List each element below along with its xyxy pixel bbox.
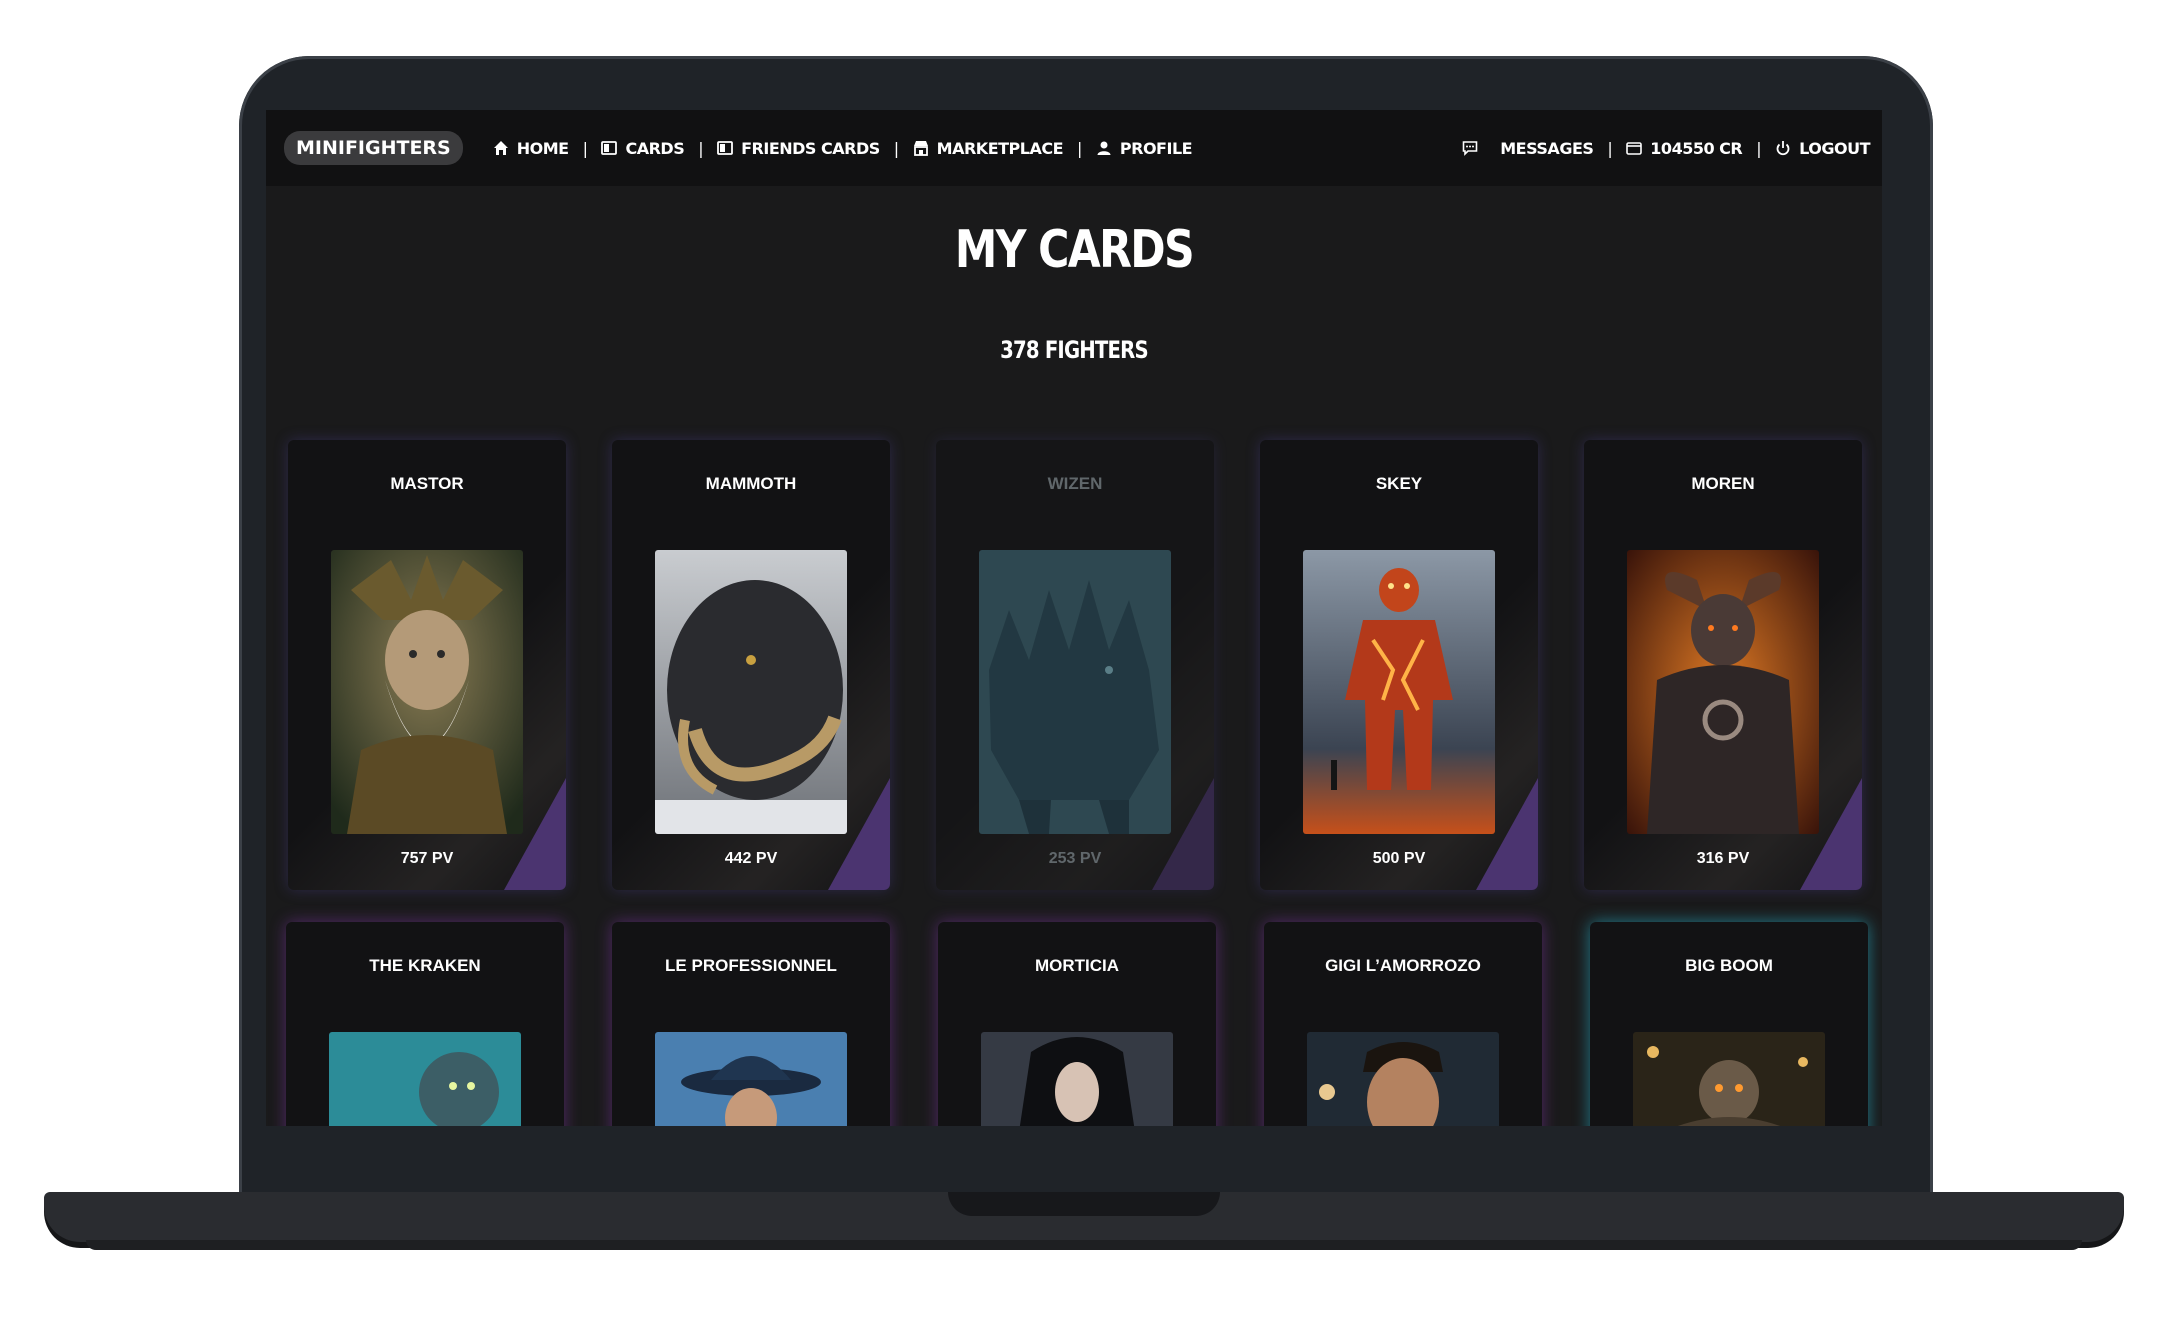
card-power-value: 442 PV bbox=[724, 850, 778, 867]
demon-warrior-image bbox=[1627, 550, 1819, 834]
lava-golem-image bbox=[1303, 550, 1495, 834]
laptop-base-shadow bbox=[86, 1240, 2082, 1250]
nav-separator: | bbox=[1607, 138, 1613, 158]
nav-logout[interactable]: LOGOUT bbox=[1775, 139, 1870, 158]
nav-right: MESSAGES | 104550 CR | LOGOUT bbox=[1462, 139, 1870, 158]
nav-logout-label: LOGOUT bbox=[1799, 138, 1870, 158]
nav-cards-label: CARDS bbox=[625, 138, 685, 158]
kraken-image bbox=[329, 1032, 521, 1126]
fighter-card-wizen[interactable]: WIZEN 253 PV bbox=[936, 440, 1214, 890]
nav-marketplace[interactable]: MARKETPLACE bbox=[913, 138, 1064, 158]
nav-separator: | bbox=[698, 138, 704, 158]
nav-profile-label: PROFILE bbox=[1119, 138, 1193, 158]
user-icon bbox=[1097, 141, 1111, 155]
nav-separator: | bbox=[1077, 138, 1082, 158]
card-name: MASTOR bbox=[390, 474, 464, 493]
card-name: GIGI L’AMORROZO bbox=[1325, 956, 1481, 975]
friends-cards-icon bbox=[717, 141, 734, 155]
gangster-image bbox=[1307, 1032, 1499, 1126]
card-power-value: 500 PV bbox=[1372, 850, 1426, 867]
nav-credits-label: 104550 CR bbox=[1650, 138, 1743, 158]
fighter-card-mammoth[interactable]: MAMMOTH 442 PV bbox=[612, 440, 890, 890]
fighter-card-mastor[interactable]: MASTOR 757 PV bbox=[288, 440, 566, 890]
nav-profile[interactable]: PROFILE bbox=[1096, 138, 1193, 158]
nav-messages[interactable]: MESSAGES bbox=[1462, 138, 1594, 158]
hitman-image bbox=[655, 1032, 847, 1126]
fighter-count: 378 FIGHTERS bbox=[1000, 336, 1148, 364]
power-icon bbox=[1776, 141, 1790, 156]
card-artwork bbox=[1303, 550, 1495, 834]
card-name: MOREN bbox=[1691, 474, 1755, 493]
nav-cards[interactable]: CARDS bbox=[601, 138, 685, 158]
card-artwork bbox=[329, 1032, 521, 1126]
dark-lady-image bbox=[981, 1032, 1173, 1126]
card-artwork bbox=[655, 550, 847, 834]
card-name: MAMMOTH bbox=[705, 474, 797, 493]
fighter-card-morticia[interactable]: MORTICIA bbox=[938, 922, 1216, 1126]
top-navbar: MINIFIGHTERS HOME | CARDS | FRIENDS CARD… bbox=[266, 110, 1882, 186]
card-name: LE PROFESSIONNEL bbox=[665, 956, 837, 975]
nav-separator: | bbox=[893, 138, 899, 158]
app-screen: MINIFIGHTERS HOME | CARDS | FRIENDS CARD… bbox=[266, 110, 1882, 1126]
card-name: MORTICIA bbox=[1034, 956, 1120, 975]
card-name: THE KRAKEN bbox=[369, 956, 481, 975]
nav-marketplace-label: MARKETPLACE bbox=[936, 138, 1064, 158]
card-artwork bbox=[1307, 1032, 1499, 1126]
tree-druid-image bbox=[331, 550, 523, 834]
fighter-card-moren[interactable]: MOREN 316 PV bbox=[1584, 440, 1862, 890]
card-artwork bbox=[331, 550, 523, 834]
card-artwork bbox=[981, 1032, 1173, 1126]
card-power-value: 757 PV bbox=[400, 850, 454, 867]
chat-icon bbox=[1462, 141, 1478, 156]
card-name: WIZEN bbox=[1047, 474, 1103, 493]
mammoth-image bbox=[655, 550, 847, 834]
fighter-card-gigi-lamorrozo[interactable]: GIGI L’AMORROZO bbox=[1264, 922, 1542, 1126]
nav-separator: | bbox=[582, 138, 588, 158]
card-artwork bbox=[1627, 550, 1819, 834]
fighter-card-skey[interactable]: SKEY 500 PV bbox=[1260, 440, 1538, 890]
nav-messages-label: MESSAGES bbox=[1500, 138, 1594, 158]
store-icon bbox=[913, 141, 928, 156]
card-name: BIG BOOM bbox=[1685, 956, 1773, 975]
fighter-card-the-kraken[interactable]: THE KRAKEN bbox=[286, 922, 564, 1126]
page-title: MY CARDS bbox=[954, 220, 1195, 280]
wallet-icon bbox=[1626, 142, 1643, 155]
nav-friends-cards-label: FRIENDS CARDS bbox=[741, 138, 880, 158]
nav-home-label: HOME bbox=[516, 138, 569, 158]
fighter-card-le-professionnel[interactable]: LE PROFESSIONNEL bbox=[612, 922, 890, 1126]
ice-beast-image bbox=[979, 550, 1171, 834]
card-artwork bbox=[979, 550, 1171, 834]
laptop-notch bbox=[948, 1192, 1220, 1216]
cards-icon bbox=[601, 141, 618, 155]
card-power-value: 253 PV bbox=[1048, 850, 1102, 867]
fighter-card-big-boom[interactable]: BIG BOOM bbox=[1590, 922, 1868, 1126]
nav-friends-cards[interactable]: FRIENDS CARDS bbox=[717, 139, 880, 158]
nav-home[interactable]: HOME bbox=[493, 139, 569, 158]
nav-left: HOME | CARDS | FRIENDS CARDS | MARKETPLA… bbox=[493, 138, 1193, 158]
home-icon bbox=[493, 141, 508, 155]
nav-credits[interactable]: 104550 CR bbox=[1626, 138, 1743, 158]
brand-logo[interactable]: MINIFIGHTERS bbox=[284, 131, 463, 165]
card-power-value: 316 PV bbox=[1696, 850, 1750, 867]
nav-separator: | bbox=[1756, 138, 1762, 158]
armored-bomber-image bbox=[1633, 1032, 1825, 1126]
card-name: SKEY bbox=[1375, 474, 1423, 493]
card-artwork bbox=[1633, 1032, 1825, 1126]
card-artwork bbox=[655, 1032, 847, 1126]
